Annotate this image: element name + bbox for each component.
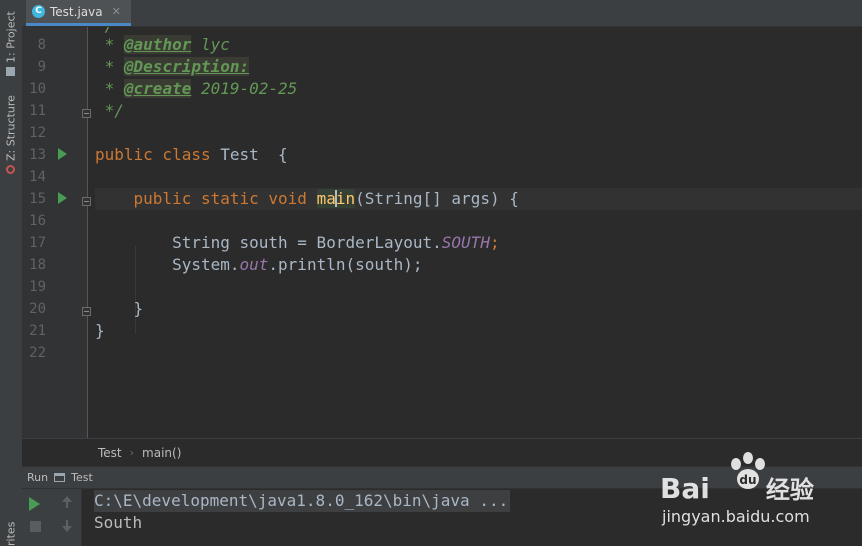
code-line-20: } [95,299,144,318]
code-editor[interactable]: 8910111213141516171819202122 / * @author… [22,27,862,438]
fold-icon[interactable] [82,109,91,118]
breadcrumb: Test › main() [22,438,862,466]
stop-icon[interactable] [30,521,41,532]
breadcrumb-class[interactable]: Test [98,446,122,460]
gutter-markers [22,27,91,438]
chevron-right-icon: › [129,446,135,459]
code-area[interactable]: / * @author lyc * @Description: * @creat… [95,27,862,438]
run-panel-header: Run Test [22,466,862,489]
code-line-18: System.out.println(south); [95,255,423,274]
run-class-icon[interactable] [58,148,67,160]
run-config-tab[interactable]: Test [71,471,93,484]
favorites-tool-tab[interactable]: rites [2,512,20,546]
main-method-name: main [316,189,356,208]
fold-icon[interactable] [82,197,91,206]
code-line-10: * @create 2019-02-25 [95,79,298,98]
code-line-13: public class Test { [95,145,288,164]
breadcrumb-method[interactable]: main() [142,446,181,460]
run-toolbar [22,489,82,546]
console-output-line: South [94,513,143,532]
editor-gutter: 8 9 10 11 12 13 14 15 16 17 18 19 20 21 22 [22,27,91,438]
folder-icon [6,67,16,76]
code-line-9: * @Description: [95,57,250,76]
console-command-line[interactable]: C:\E\development\java1.8.0_162\bin\java … [94,490,511,512]
editor-tab-bar: C Test.java ✕ [22,0,862,27]
rerun-icon[interactable] [29,497,40,511]
structure-tool-tab[interactable]: Z: Structure [2,92,20,174]
tab-test-java[interactable]: C Test.java ✕ [26,0,131,26]
run-panel-title: Run [27,471,49,484]
code-line-11: */ [95,101,124,120]
favorites-tool-label: rites [4,521,18,546]
project-tool-label: 1: Project [4,11,18,63]
arrow-up-icon[interactable] [60,496,76,512]
code-line-21: } [95,321,105,340]
fold-icon[interactable] [82,307,91,316]
code-line-15: public static void main(String[] args) { [95,188,862,210]
structure-icon [6,165,16,174]
java-class-icon: C [32,5,45,18]
arrow-down-icon[interactable] [60,520,76,536]
console-icon [54,473,66,482]
left-tool-strip: 1: Project Z: Structure rites [0,0,23,546]
console-output[interactable]: C:\E\development\java1.8.0_162\bin\java … [82,489,862,546]
code-line-17: String south = BorderLayout.SOUTH; [95,233,500,252]
run-main-icon[interactable] [58,192,67,204]
project-tool-tab[interactable]: 1: Project [2,6,20,76]
tab-label: Test.java [50,4,103,19]
structure-tool-label: Z: Structure [4,95,18,161]
code-line-8: * @author lyc [95,35,230,54]
close-icon[interactable]: ✕ [112,5,121,18]
